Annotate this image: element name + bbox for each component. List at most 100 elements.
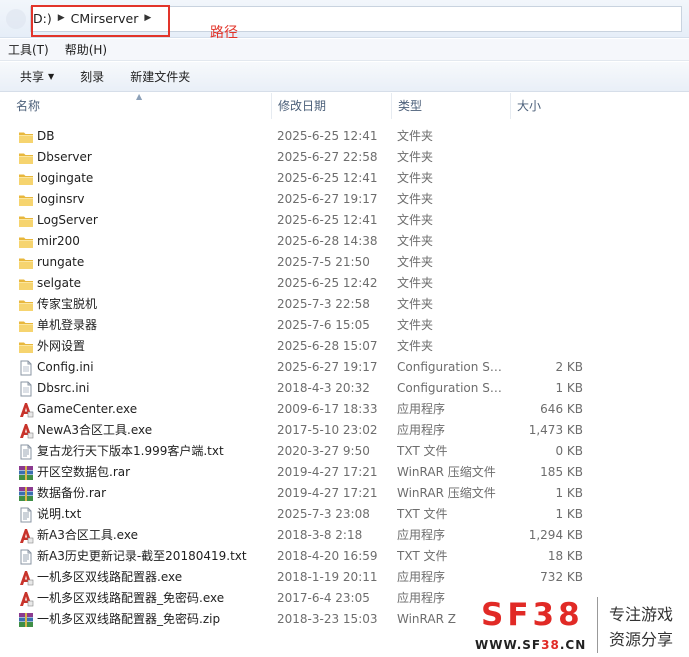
watermark-tagline-1: 专注游戏: [609, 605, 674, 624]
file-row[interactable]: DB 2025-6-25 12:41 文件夹: [0, 126, 689, 147]
file-row[interactable]: mir200 2025-6-28 14:38 文件夹: [0, 231, 689, 252]
file-date: 2018-3-8 2:18: [277, 528, 363, 542]
text-file-icon: [18, 549, 34, 565]
archive-icon: [18, 612, 34, 628]
file-date: 2025-7-3 22:58: [277, 297, 370, 311]
file-name: NewA3合区工具.exe: [37, 423, 153, 437]
file-date: 2017-6-4 23:05: [277, 591, 370, 605]
file-row[interactable]: Dbserver 2025-6-27 22:58 文件夹: [0, 147, 689, 168]
folder-icon: [18, 318, 34, 334]
folder-icon: [18, 255, 34, 271]
file-size: 18 KB: [547, 549, 583, 563]
file-row[interactable]: selgate 2025-6-25 12:42 文件夹: [0, 273, 689, 294]
file-type: WinRAR 压缩文件: [397, 465, 496, 479]
file-name: 传家宝脱机: [37, 297, 98, 311]
file-name: 一机多区双线路配置器.exe: [37, 570, 183, 584]
column-header-type[interactable]: 类型: [392, 93, 511, 119]
file-date: 2017-5-10 23:02: [277, 423, 378, 437]
file-size: [511, 189, 583, 210]
file-size: 732 KB: [540, 570, 583, 584]
file-name: 复古龙行天下版本1.999客户端.txt: [37, 444, 224, 458]
file-type: 文件夹: [397, 234, 434, 248]
file-size: 1 KB: [555, 381, 583, 395]
file-type: 文件夹: [397, 276, 434, 290]
file-date: 2018-3-23 15:03: [277, 612, 378, 626]
file-row[interactable]: 新A3合区工具.exe 2018-3-8 2:18 应用程序 1,294 KB: [0, 525, 689, 546]
file-type: 文件夹: [397, 318, 434, 332]
app-icon: [18, 570, 34, 586]
file-row[interactable]: 一机多区双线路配置器.exe 2018-1-19 20:11 应用程序 732 KB: [0, 567, 689, 588]
file-row[interactable]: loginsrv 2025-6-27 19:17 文件夹: [0, 189, 689, 210]
file-row[interactable]: 外网设置 2025-6-28 15:07 文件夹: [0, 336, 689, 357]
file-type: Configuration Se...: [397, 360, 505, 374]
file-name: 数据备份.rar: [37, 486, 107, 500]
menu-help[interactable]: 帮助(H): [57, 41, 115, 58]
path-highlight-box: [31, 5, 170, 37]
file-type: 文件夹: [397, 297, 434, 311]
watermark-url: WWW.SF38.CN: [475, 638, 587, 652]
file-row[interactable]: logingate 2025-6-25 12:41 文件夹: [0, 168, 689, 189]
file-row[interactable]: LogServer 2025-6-25 12:41 文件夹: [0, 210, 689, 231]
file-name: 一机多区双线路配置器_免密码.exe: [37, 591, 225, 605]
watermark-logo: SF38: [481, 597, 584, 633]
address-bar: D:) ▶ CMirserver ▶ 路径: [0, 0, 689, 41]
new-folder-button[interactable]: 新建文件夹: [117, 68, 203, 85]
share-button[interactable]: 共享 ▼: [0, 68, 67, 85]
file-size: 185 KB: [540, 465, 583, 479]
file-size: [511, 231, 583, 252]
file-row[interactable]: Dbsrc.ini 2018-4-3 20:32 Configuration Se.…: [0, 378, 689, 399]
file-size: [511, 273, 583, 294]
file-row[interactable]: rungate 2025-7-5 21:50 文件夹: [0, 252, 689, 273]
file-size: 1 KB: [555, 486, 583, 500]
back-button[interactable]: [6, 9, 26, 29]
share-label: 共享: [20, 70, 45, 84]
file-row[interactable]: Config.ini 2025-6-27 19:17 Configuration S…: [0, 357, 689, 378]
file-type: 应用程序: [397, 423, 446, 437]
file-type: WinRAR 压缩文件: [397, 486, 496, 500]
file-name: 一机多区双线路配置器_免密码.zip: [37, 612, 221, 626]
file-date: 2025-7-5 21:50: [277, 255, 370, 269]
file-name: 新A3历史更新记录-截至20180419.txt: [37, 549, 247, 563]
archive-icon: [18, 486, 34, 502]
file-type: TXT 文件: [397, 507, 448, 521]
burn-button[interactable]: 刻录: [67, 68, 117, 85]
file-row[interactable]: 新A3历史更新记录-截至20180419.txt 2018-4-20 16:59 T…: [0, 546, 689, 567]
column-headers: ▲ 名称 修改日期 类型 大小: [0, 93, 689, 119]
app-icon: [18, 423, 34, 439]
file-name: selgate: [37, 276, 82, 290]
file-row[interactable]: 数据备份.rar 2019-4-27 17:21 WinRAR 压缩文件 1 KB: [0, 483, 689, 504]
file-size: [511, 147, 583, 168]
settings-file-icon: [18, 360, 34, 376]
file-size: [511, 252, 583, 273]
watermark: SF38 WWW.SF38.CN 专注游戏 资源分享: [463, 595, 689, 657]
menu-tools[interactable]: 工具(T): [0, 41, 57, 58]
file-row[interactable]: 传家宝脱机 2025-7-3 22:58 文件夹: [0, 294, 689, 315]
file-date: 2025-6-25 12:41: [277, 213, 378, 227]
file-row[interactable]: 说明.txt 2025-7-3 23:08 TXT 文件 1 KB: [0, 504, 689, 525]
file-row[interactable]: NewA3合区工具.exe 2017-5-10 23:02 应用程序 1,473 KB: [0, 420, 689, 441]
file-row[interactable]: 开区空数据包.rar 2019-4-27 17:21 WinRAR 压缩文件 185 …: [0, 462, 689, 483]
file-list: DB 2025-6-25 12:41 文件夹 Dbserver 2025-6-27 22…: [0, 126, 689, 630]
file-row[interactable]: 复古龙行天下版本1.999客户端.txt 2020-3-27 9:50 TXT 文件…: [0, 441, 689, 462]
file-size: 646 KB: [540, 402, 583, 416]
app-icon: [18, 402, 34, 418]
column-header-date[interactable]: 修改日期: [272, 93, 392, 119]
column-header-name[interactable]: 名称: [10, 93, 272, 119]
folder-icon: [18, 297, 34, 313]
file-type: 文件夹: [397, 192, 434, 206]
file-type: 文件夹: [397, 150, 434, 164]
file-name: 说明.txt: [37, 507, 82, 521]
file-type: 文件夹: [397, 171, 434, 185]
file-name: rungate: [37, 255, 85, 269]
column-header-size[interactable]: 大小: [511, 93, 593, 119]
folder-icon: [18, 171, 34, 187]
file-date: 2018-4-3 20:32: [277, 381, 370, 395]
file-name: GameCenter.exe: [37, 402, 138, 416]
file-date: 2025-6-27 19:17: [277, 360, 378, 374]
text-file-icon: [18, 444, 34, 460]
text-file-icon: [18, 507, 34, 523]
folder-icon: [18, 234, 34, 250]
file-row[interactable]: 单机登录器 2025-7-6 15:05 文件夹: [0, 315, 689, 336]
file-row[interactable]: GameCenter.exe 2009-6-17 18:33 应用程序 646 KB: [0, 399, 689, 420]
file-date: 2018-4-20 16:59: [277, 549, 378, 563]
